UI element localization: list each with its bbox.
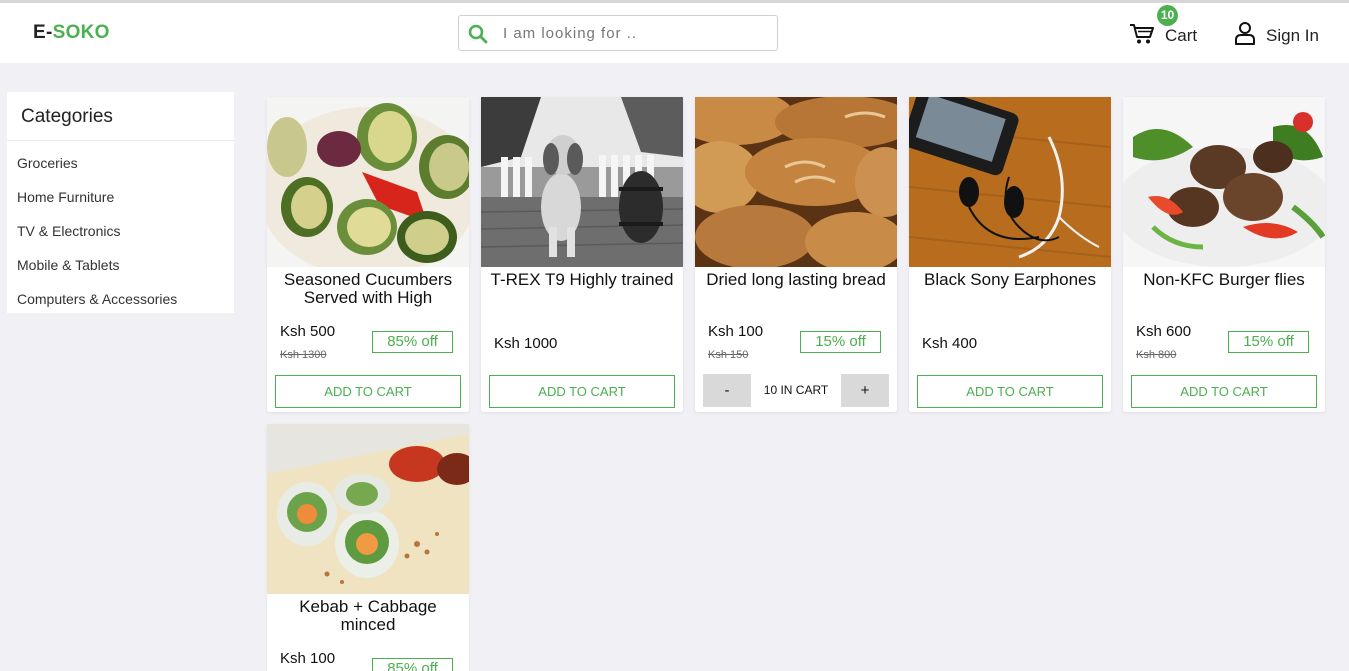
product-old-price: Ksh 1300: [280, 349, 327, 361]
category-tv-electronics[interactable]: TV & Electronics: [7, 214, 234, 248]
product-name[interactable]: Non-KFC Burger flies: [1129, 271, 1319, 289]
product-card: Seasoned Cucumbers Served with High Ksh …: [267, 97, 469, 412]
discount-badge: 85% off: [372, 658, 453, 671]
user-icon: [1235, 22, 1255, 45]
cart-label: Cart: [1165, 26, 1198, 45]
cart-icon: [1130, 24, 1154, 44]
categories-sidebar: Categories Groceries Home Furniture TV &…: [7, 92, 234, 313]
add-to-cart-button[interactable]: ADD TO CART: [275, 375, 461, 408]
cart-quantity-label: 10 IN CART: [763, 383, 829, 397]
product-price: Ksh 400: [922, 335, 978, 352]
category-list: Groceries Home Furniture TV & Electronic…: [7, 141, 234, 316]
add-to-cart-button[interactable]: ADD TO CART: [1131, 375, 1317, 408]
discount-badge: 85% off: [372, 331, 453, 353]
site-header: E-SOKO 10 Cart Sign In: [0, 3, 1349, 63]
product-name[interactable]: Seasoned Cucumbers Served with High: [273, 271, 463, 307]
sign-in-button[interactable]: Sign In: [1234, 13, 1334, 53]
category-groceries[interactable]: Groceries: [7, 146, 234, 180]
add-to-cart-button[interactable]: ADD TO CART: [489, 375, 675, 408]
product-name[interactable]: Black Sony Earphones: [915, 271, 1105, 289]
product-image[interactable]: [267, 97, 469, 267]
product-price: Ksh 500: [280, 323, 336, 340]
discount-badge: 15% off: [1228, 331, 1309, 353]
product-card: Kebab + Cabbage minced Ksh 100 85% off: [267, 424, 469, 671]
product-image[interactable]: [909, 97, 1111, 267]
product-card: Dried long lasting bread Ksh 100 Ksh 150…: [695, 97, 897, 412]
search-input[interactable]: [503, 22, 763, 44]
product-old-price: Ksh 150: [708, 349, 749, 361]
categories-title: Categories: [7, 92, 234, 141]
product-image[interactable]: [695, 97, 897, 267]
product-name[interactable]: Dried long lasting bread: [701, 271, 891, 289]
product-price: Ksh 100: [708, 323, 764, 340]
add-to-cart-button[interactable]: ADD TO CART: [917, 375, 1103, 408]
category-home-furniture[interactable]: Home Furniture: [7, 180, 234, 214]
product-price: Ksh 600: [1136, 323, 1192, 340]
product-price: Ksh 100: [280, 650, 336, 667]
product-image[interactable]: [481, 97, 683, 267]
product-image[interactable]: [267, 424, 469, 594]
category-computers-accessories[interactable]: Computers & Accessories: [7, 282, 234, 316]
search-box: [458, 15, 778, 51]
quantity-stepper: - 10 IN CART +: [703, 374, 889, 407]
search-icon[interactable]: [468, 24, 488, 44]
cart-button[interactable]: 10 Cart: [1129, 5, 1209, 53]
category-mobile-tablets[interactable]: Mobile & Tablets: [7, 248, 234, 282]
product-card: Non-KFC Burger flies Ksh 600 Ksh 800 15%…: [1123, 97, 1325, 412]
product-old-price: Ksh 800: [1136, 349, 1177, 361]
cart-count-badge: 10: [1157, 5, 1178, 26]
site-logo[interactable]: E-SOKO: [33, 22, 110, 44]
sign-in-label: Sign In: [1266, 26, 1319, 45]
product-image[interactable]: [1123, 97, 1325, 267]
product-name[interactable]: Kebab + Cabbage minced: [273, 598, 463, 634]
product-name[interactable]: T-REX T9 Highly trained: [487, 271, 677, 289]
product-card: Black Sony Earphones Ksh 400 ADD TO CART: [909, 97, 1111, 412]
decrease-quantity-button[interactable]: -: [703, 374, 751, 407]
discount-badge: 15% off: [800, 331, 881, 353]
product-price: Ksh 1000: [494, 335, 558, 352]
increase-quantity-button[interactable]: +: [841, 374, 889, 407]
product-card: T-REX T9 Highly trained Ksh 1000 ADD TO …: [481, 97, 683, 412]
